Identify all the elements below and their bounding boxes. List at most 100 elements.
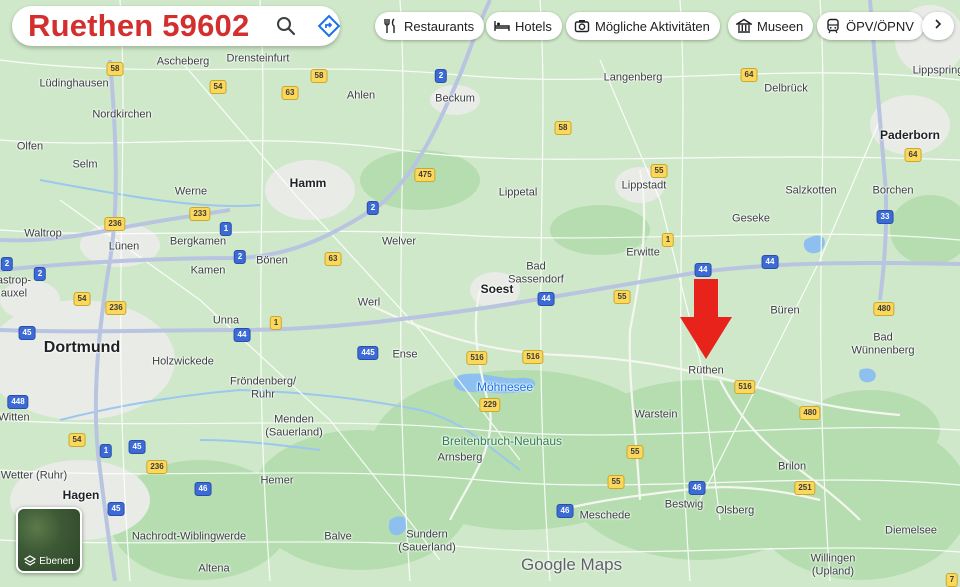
road-shield: 2 bbox=[434, 69, 448, 83]
place-label: Lippetal bbox=[498, 186, 538, 199]
road-shield: 44 bbox=[761, 255, 779, 269]
chip-activities[interactable]: Mögliche Aktivitäten bbox=[566, 12, 720, 40]
road-shield: 44 bbox=[694, 263, 712, 277]
train-icon bbox=[825, 18, 841, 34]
place-label: Beckum bbox=[435, 92, 475, 105]
chip-label: ÖPV/ÖPNV bbox=[846, 18, 914, 34]
place-label: Olsberg bbox=[715, 504, 755, 517]
chip-label: Mögliche Aktivitäten bbox=[595, 18, 710, 34]
place-label: Hamm bbox=[289, 176, 327, 191]
road-shield: 55 bbox=[613, 290, 631, 304]
road-shield: 7 bbox=[945, 573, 959, 587]
road-shield: 63 bbox=[324, 252, 342, 266]
road-shield: 2 bbox=[366, 201, 380, 215]
fork-knife-icon bbox=[383, 18, 399, 34]
road-shield: 1 bbox=[661, 233, 675, 247]
search-box[interactable]: Ruethen 59602 bbox=[12, 6, 341, 46]
chip-label: Hotels bbox=[515, 18, 552, 34]
place-label: Ascheberg bbox=[156, 55, 210, 68]
place-label: Soest bbox=[480, 282, 514, 297]
road-shield: 480 bbox=[873, 302, 895, 316]
place-label: Delbrück bbox=[764, 82, 808, 95]
layers-label-row: Ebenen bbox=[18, 555, 80, 567]
region-label: Breitenbruch-Neuhaus bbox=[441, 434, 563, 449]
place-label: Borchen bbox=[872, 184, 914, 197]
place-label: Ense bbox=[392, 348, 418, 361]
place-label: Witten bbox=[0, 411, 30, 424]
place-label: Bad Sassendorf bbox=[508, 260, 564, 285]
road-shield: 475 bbox=[414, 168, 436, 182]
chip-hotels[interactable]: Hotels bbox=[486, 12, 562, 40]
place-label: Olfen bbox=[16, 140, 44, 153]
place-label: Büren bbox=[770, 304, 800, 317]
road-shield: 2 bbox=[33, 267, 47, 281]
road-shield: 46 bbox=[688, 481, 706, 495]
place-label: Ahlen bbox=[346, 89, 376, 102]
road-shield: 236 bbox=[105, 301, 127, 315]
place-label: Sundern (Sauerland) bbox=[398, 528, 456, 553]
more-chips-button[interactable] bbox=[922, 12, 954, 40]
place-label: Salzkotten bbox=[785, 184, 837, 197]
road-shield: 233 bbox=[189, 207, 211, 221]
directions-icon[interactable] bbox=[317, 14, 341, 38]
place-label: Selm bbox=[72, 158, 98, 171]
road-shield: 54 bbox=[209, 80, 227, 94]
road-shield: 2 bbox=[0, 257, 14, 271]
road-shield: 229 bbox=[479, 398, 501, 412]
place-label: Diemelsee bbox=[885, 524, 937, 537]
place-label: Meschede bbox=[579, 509, 631, 522]
place-label: Rüthen bbox=[688, 364, 724, 377]
road-shield: 44 bbox=[537, 292, 555, 306]
road-shield: 54 bbox=[68, 433, 86, 447]
road-shield: 63 bbox=[281, 86, 299, 100]
search-query-text[interactable]: Ruethen 59602 bbox=[12, 8, 249, 44]
bed-icon bbox=[494, 18, 510, 34]
camera-icon bbox=[574, 18, 590, 34]
road-shield: 236 bbox=[146, 460, 168, 474]
place-label: Waltrop bbox=[24, 227, 62, 240]
layers-button[interactable]: Ebenen bbox=[16, 507, 82, 573]
chip-restaurants[interactable]: Restaurants bbox=[375, 12, 485, 40]
place-label: Dortmund bbox=[43, 338, 121, 356]
place-label: Arnsberg bbox=[437, 451, 483, 464]
road-shield: 236 bbox=[104, 217, 126, 231]
place-label: Bestwig bbox=[664, 498, 704, 511]
place-label: Drensteinfurt bbox=[226, 52, 290, 65]
red-arrow-down-icon bbox=[680, 279, 732, 359]
search-icon[interactable] bbox=[274, 14, 298, 38]
place-label: Castrop- Rauxel bbox=[0, 274, 32, 299]
place-label: Unna bbox=[212, 314, 240, 327]
road-shield: 1 bbox=[219, 222, 233, 236]
place-label: Lünen bbox=[108, 240, 140, 253]
road-shield: 58 bbox=[310, 69, 328, 83]
place-label: Fröndenberg/ Ruhr bbox=[229, 375, 297, 400]
road-shield: 58 bbox=[106, 62, 124, 76]
road-shield: 1 bbox=[269, 316, 283, 330]
road-shield: 516 bbox=[734, 380, 756, 394]
road-shield: 55 bbox=[607, 475, 625, 489]
place-label: Hagen bbox=[62, 488, 100, 503]
road-shield: 480 bbox=[799, 406, 821, 420]
place-label: Lippstadt bbox=[621, 179, 667, 192]
road-shield: 45 bbox=[128, 440, 146, 454]
road-shield: 516 bbox=[466, 351, 488, 365]
chip-transit[interactable]: ÖPV/ÖPNV bbox=[817, 12, 924, 40]
place-label: Menden (Sauerland) bbox=[265, 413, 323, 438]
layers-icon bbox=[24, 555, 37, 567]
place-label: Nordkirchen bbox=[92, 108, 152, 121]
chip-label: Museen bbox=[757, 18, 804, 34]
place-label: Langenberg bbox=[603, 71, 663, 84]
road-shield: 2 bbox=[233, 250, 247, 264]
place-label: Bergkamen bbox=[169, 235, 227, 248]
road-shield: 516 bbox=[522, 350, 544, 364]
place-label: Warstein bbox=[634, 408, 678, 421]
place-label: Paderborn bbox=[879, 128, 941, 143]
road-shield: 44 bbox=[233, 328, 251, 342]
place-label: Balve bbox=[324, 530, 352, 543]
place-label: Erwitte bbox=[626, 246, 660, 259]
road-shield: 64 bbox=[904, 148, 922, 162]
place-label: Holzwickede bbox=[152, 355, 214, 368]
place-label: Hemer bbox=[260, 474, 294, 487]
chip-museums[interactable]: Museen bbox=[728, 12, 814, 40]
lake-label: Möhnesee bbox=[476, 380, 534, 395]
